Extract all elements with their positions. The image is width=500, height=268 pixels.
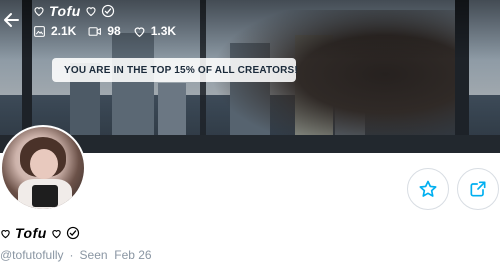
image-icon bbox=[34, 25, 45, 37]
meta-separator: · bbox=[69, 248, 74, 262]
stat-videos[interactable]: 98 bbox=[88, 24, 121, 38]
stat-photos[interactable]: 2.1K bbox=[33, 24, 76, 38]
stat-likes[interactable]: 1.3K bbox=[133, 24, 176, 38]
heart-icon bbox=[134, 26, 145, 37]
creator-rank-badge: YOU ARE IN THE TOP 15% OF ALL CREATORS! bbox=[52, 58, 298, 82]
verified-icon bbox=[101, 4, 114, 18]
heart-icon bbox=[1, 229, 10, 238]
share-icon bbox=[470, 181, 486, 197]
back-button[interactable] bbox=[2, 10, 22, 30]
profile-name: Tofu bbox=[0, 225, 80, 241]
profile-header: Tofu 2.1K 98 1.3K bbox=[0, 0, 500, 48]
stat-likes-count: 1.3K bbox=[150, 24, 177, 38]
avatar[interactable] bbox=[0, 125, 86, 211]
stat-photos-count: 2.1K bbox=[51, 24, 77, 38]
last-seen: Seen Feb 26 bbox=[79, 248, 152, 262]
heart-icon bbox=[86, 7, 96, 17]
heart-icon bbox=[34, 7, 44, 17]
add-to-favorites-button[interactable] bbox=[407, 168, 449, 210]
creator-rank-text: YOU ARE IN THE TOP 15% OF ALL CREATORS! bbox=[64, 64, 298, 76]
header-title: Tofu bbox=[33, 3, 115, 19]
username: @tofutofully bbox=[0, 248, 64, 262]
share-button[interactable] bbox=[457, 168, 499, 210]
verified-icon bbox=[66, 226, 79, 240]
star-icon bbox=[419, 180, 437, 197]
video-icon bbox=[88, 26, 102, 36]
heart-icon bbox=[52, 229, 61, 238]
header-display-name: Tofu bbox=[49, 3, 81, 19]
profile-stats: 2.1K 98 1.3K bbox=[33, 24, 176, 38]
profile-display-name: Tofu bbox=[15, 225, 47, 241]
back-arrow-icon bbox=[4, 13, 19, 27]
stat-videos-count: 98 bbox=[107, 24, 121, 38]
profile-meta: @tofutofully · Seen Feb 26 bbox=[0, 248, 152, 262]
